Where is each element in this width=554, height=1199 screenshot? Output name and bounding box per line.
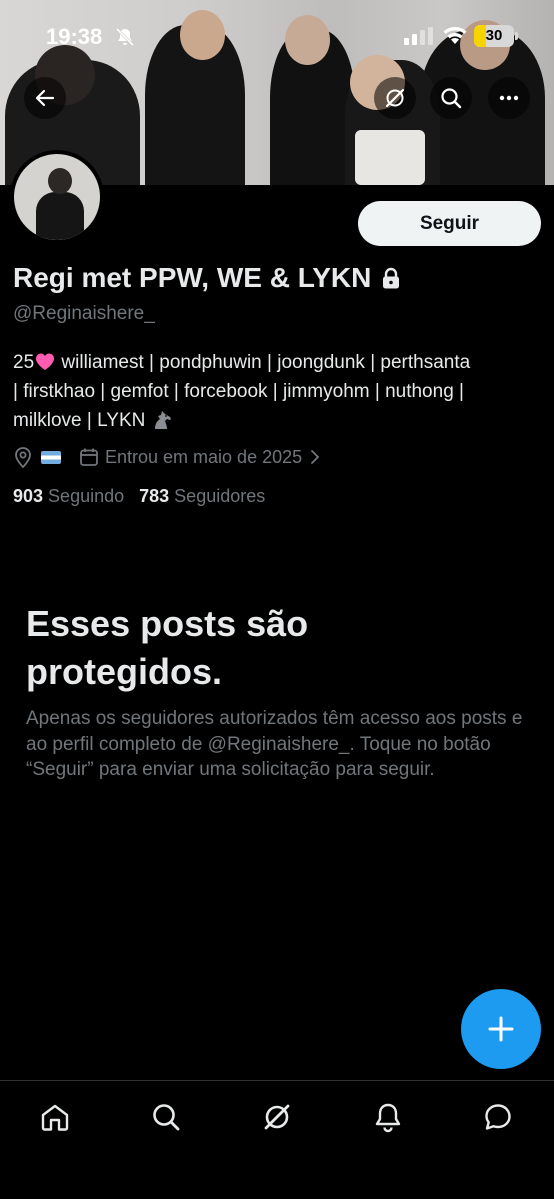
bio-age: 25 (13, 352, 35, 373)
horse-icon (154, 411, 171, 429)
wifi-icon (443, 27, 467, 44)
bio-line: milklove | LYKN (13, 406, 543, 435)
bio-line: | firstkhao | gemfot | forcebook | jimmy… (13, 381, 464, 402)
battery-indicator: 30 (474, 25, 518, 47)
display-name: Regi met PPW, WE & LYKN (13, 262, 372, 293)
bottom-tab-bar (0, 1080, 554, 1199)
search-icon (153, 1104, 180, 1131)
followers-label: Seguidores (174, 486, 266, 506)
tab-grok[interactable] (257, 1097, 297, 1137)
signal-icon (404, 27, 433, 45)
location-icon (15, 447, 31, 468)
follow-stats: 903 Seguindo 783 Seguidores (13, 486, 265, 507)
tab-explore[interactable] (146, 1097, 186, 1137)
grok-icon (264, 1104, 290, 1130)
message-icon (485, 1104, 511, 1130)
more-icon (499, 95, 519, 101)
bio-text: milklove | LYKN (13, 410, 151, 431)
followers-stat[interactable]: 783 Seguidores (139, 486, 265, 507)
compose-button[interactable] (461, 989, 541, 1069)
avatar-head (48, 168, 72, 194)
bell-off-icon (115, 27, 135, 47)
search-button[interactable] (430, 77, 472, 119)
handle: @Reginaishere_ (13, 303, 155, 324)
grok-icon (385, 88, 405, 108)
following-stat[interactable]: 903 Seguindo (13, 486, 124, 507)
argentina-flag-icon (41, 450, 61, 464)
battery-level: 30 (485, 27, 503, 44)
lock-icon (383, 267, 400, 289)
following-label: Seguindo (48, 486, 125, 506)
bio-line: 25 williamest | pondphuwin | joongdunk |… (13, 348, 543, 377)
following-count: 903 (13, 486, 44, 506)
search-icon (441, 88, 462, 109)
plus-icon (488, 1016, 514, 1042)
followers-count: 783 (139, 486, 170, 506)
avatar-figure (36, 192, 84, 240)
banner-shirt (355, 130, 425, 185)
status-bar: 19:38 30 (0, 0, 554, 74)
chevron-right-icon[interactable] (310, 449, 320, 465)
display-name-row: Regi met PPW, WE & LYKN (13, 262, 401, 294)
profile-meta: Entrou em maio de 2025 (13, 446, 320, 468)
grok-button[interactable] (374, 77, 416, 119)
tab-notifications[interactable] (368, 1097, 408, 1137)
calendar-icon (80, 448, 98, 466)
back-button[interactable] (24, 77, 66, 119)
back-arrow-icon (35, 89, 55, 107)
status-time: 19:38 (46, 24, 103, 49)
bio: 25 williamest | pondphuwin | joongdunk |… (13, 348, 543, 435)
bio-text: williamest | pondphuwin | joongdunk | pe… (56, 352, 471, 373)
bell-icon (375, 1103, 401, 1133)
follow-button[interactable]: Seguir (358, 201, 541, 246)
more-options-button[interactable] (488, 77, 530, 119)
tab-home[interactable] (35, 1097, 75, 1137)
pink-heart-icon (36, 353, 55, 370)
avatar[interactable] (10, 150, 104, 244)
joined-date[interactable]: Entrou em maio de 2025 (105, 447, 302, 468)
tab-messages[interactable] (478, 1097, 518, 1137)
protected-description: Apenas os seguidores autorizados têm ace… (26, 708, 523, 780)
home-icon (41, 1104, 69, 1131)
protected-title: Esses posts são protegidos. (26, 603, 309, 692)
